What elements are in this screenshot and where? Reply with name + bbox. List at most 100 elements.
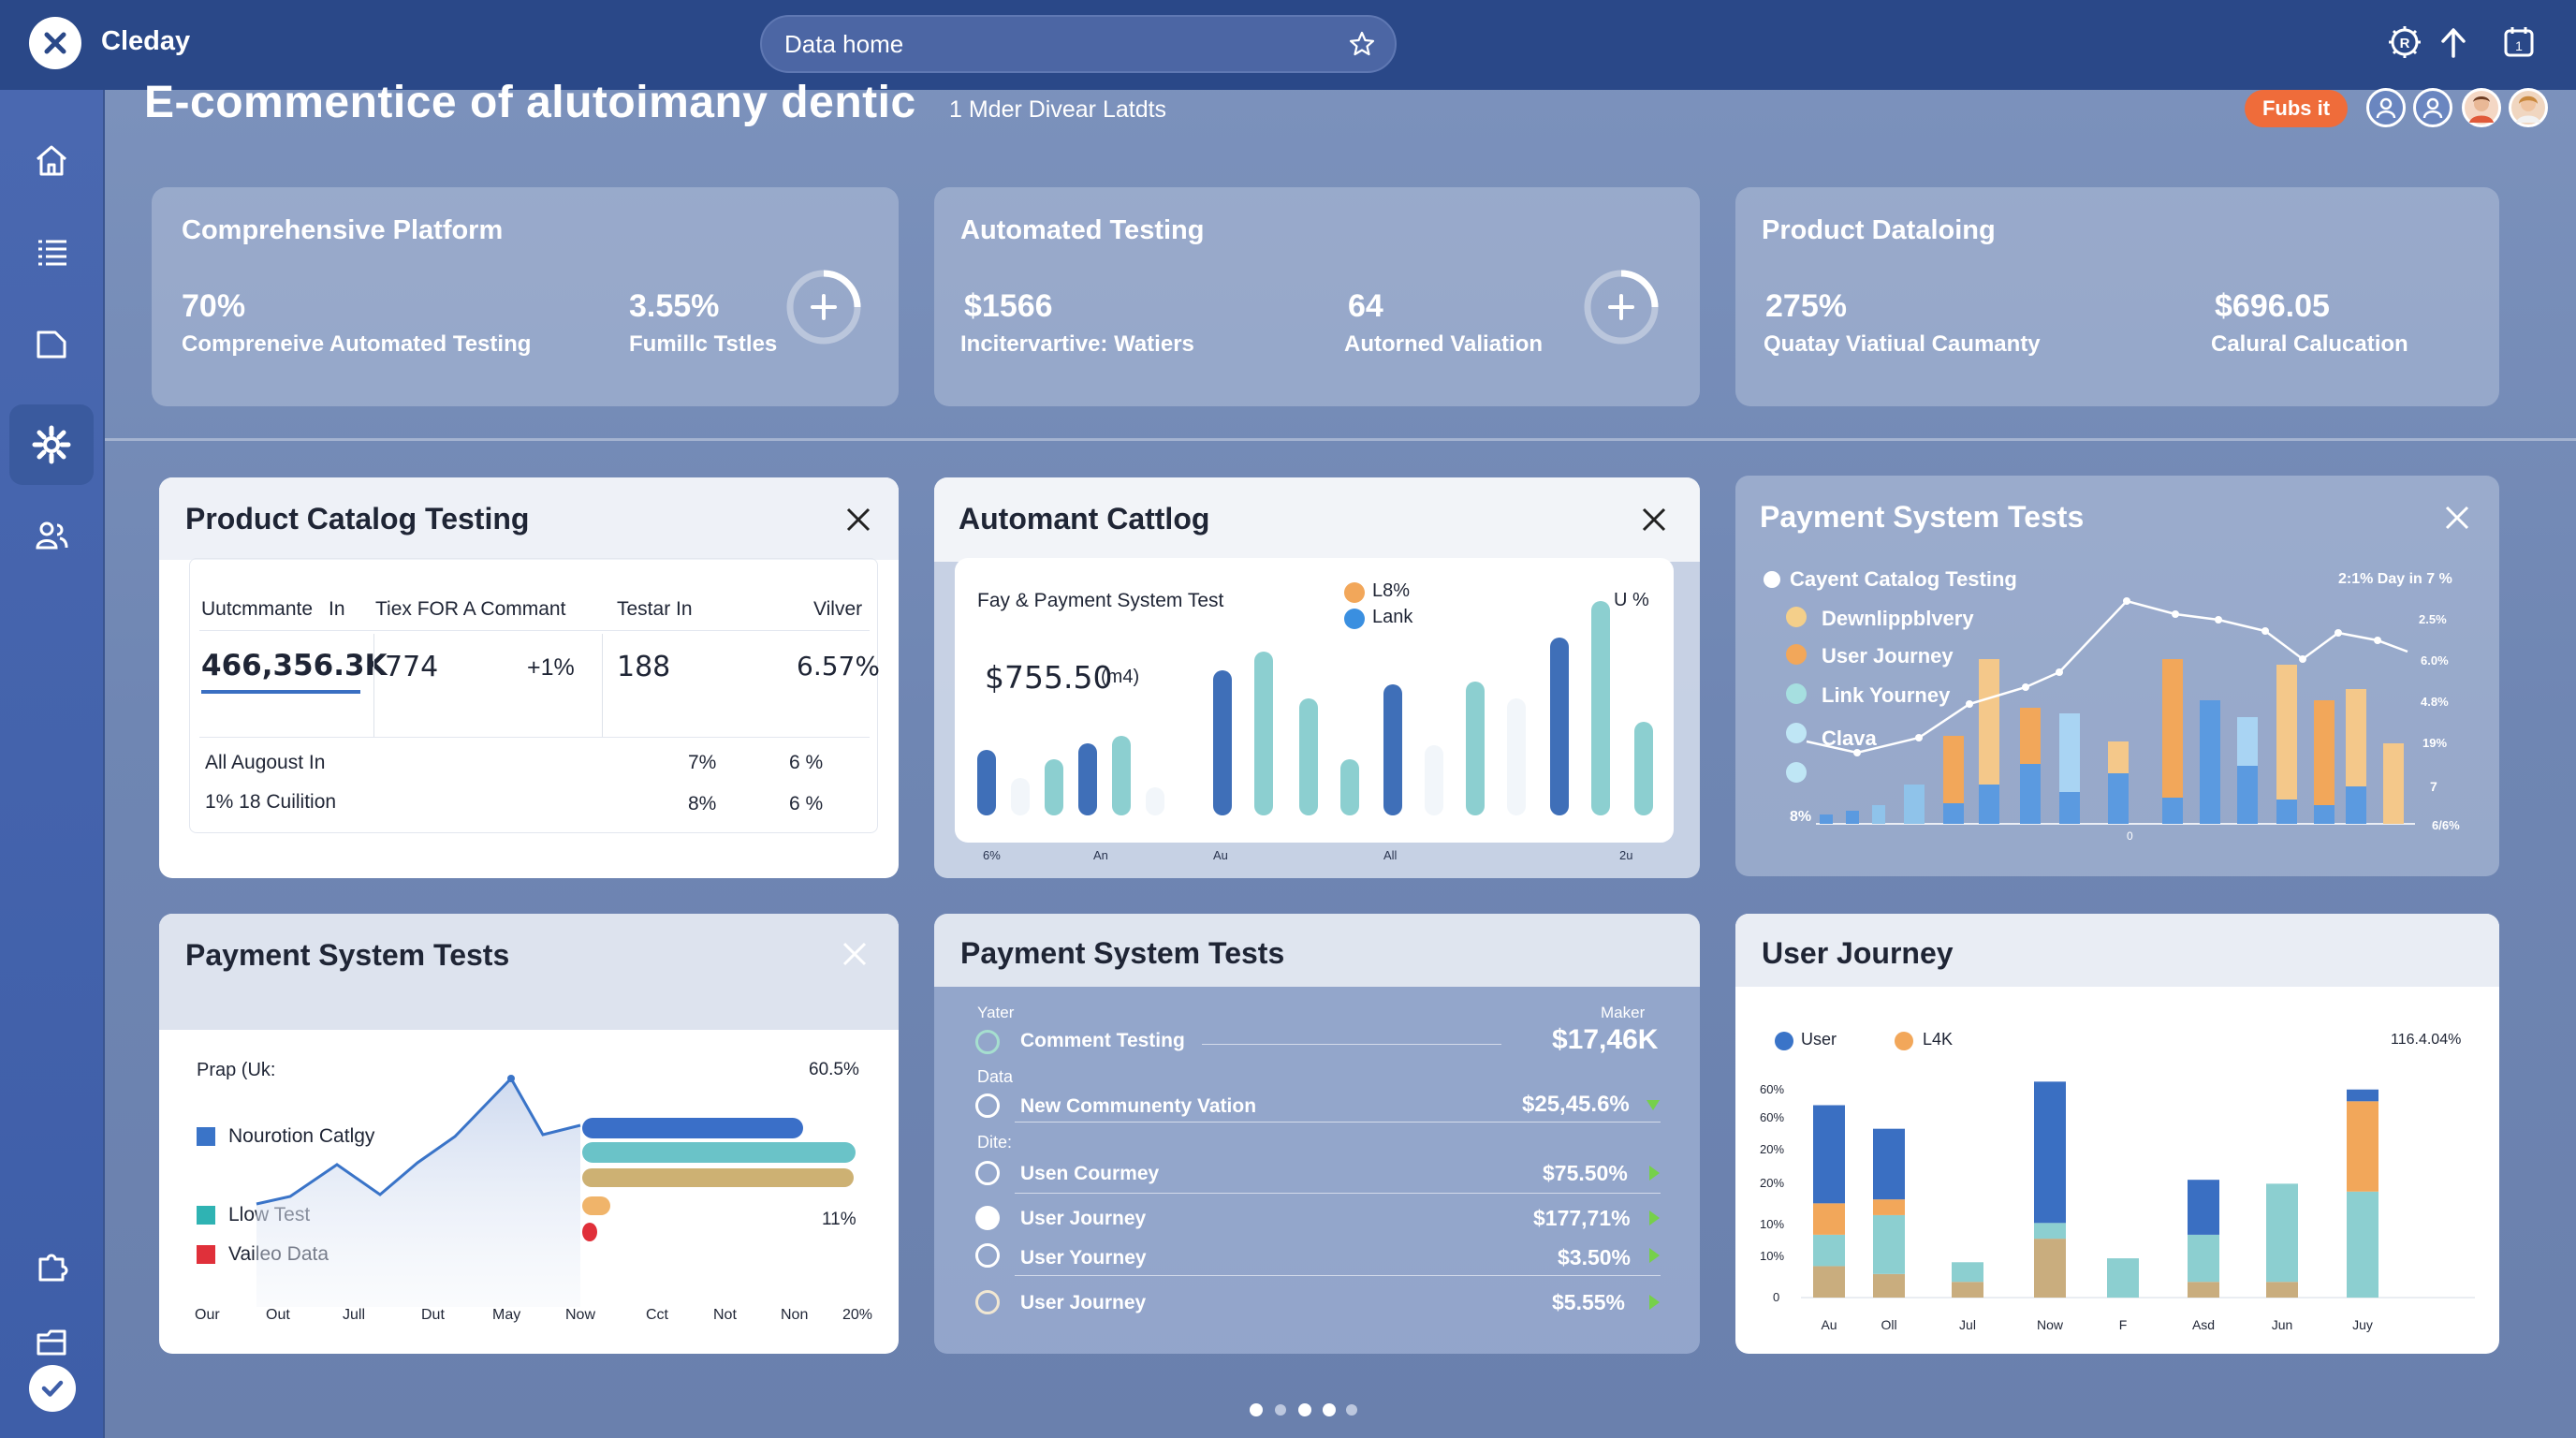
- status-radio[interactable]: [975, 1161, 1000, 1185]
- list-item-label: User Journey: [1020, 1292, 1147, 1313]
- pager-dot[interactable]: [1250, 1403, 1263, 1416]
- axis-tick-label: Non: [781, 1307, 809, 1323]
- table-cell: 6 %: [789, 752, 824, 773]
- chart-bar: [1591, 601, 1610, 815]
- chart-point: [2123, 597, 2130, 605]
- row-divider: [1015, 1275, 1661, 1276]
- status-radio[interactable]: [975, 1093, 1000, 1118]
- search-input[interactable]: [784, 17, 1309, 71]
- panel-payment-tests-top: Payment System Tests Cayent Catalog Test…: [1735, 476, 2499, 876]
- chart-bar: [582, 1196, 610, 1215]
- avatar[interactable]: [2413, 88, 2452, 127]
- avatar[interactable]: [2366, 88, 2406, 127]
- chart-bar: [1943, 736, 1964, 803]
- axis-tick-label: Au: [1213, 848, 1228, 862]
- status-radio[interactable]: [975, 1030, 1000, 1054]
- stat-card-title: Automated Testing: [960, 215, 1205, 245]
- list-item-value: $3.50%: [1558, 1245, 1632, 1269]
- sidebar-item-home[interactable]: [9, 120, 94, 200]
- chart-bar: [582, 1118, 803, 1138]
- bar-segment-user: [2188, 1180, 2219, 1235]
- sidebar-item-list[interactable]: [9, 212, 94, 292]
- settings-badge-icon[interactable]: R: [2385, 22, 2424, 62]
- axis-tick-label: Au: [1821, 1317, 1837, 1332]
- stat-label: Calural Calucation: [2211, 331, 2408, 357]
- bar-segment-teal: [2034, 1223, 2066, 1240]
- sidebar: [0, 90, 105, 1438]
- list-item-label: User Yourney: [1020, 1247, 1147, 1269]
- axis-tick-label: Jul: [1959, 1317, 1976, 1332]
- search-bar[interactable]: [760, 15, 1397, 73]
- list-item-value: $177,71%: [1533, 1206, 1631, 1230]
- list-item-label: Usen Courmey: [1020, 1163, 1160, 1184]
- pager-dot[interactable]: [1346, 1404, 1357, 1416]
- row-divider: [1015, 1193, 1661, 1194]
- table-value: 774: [385, 651, 439, 683]
- chart-point: [507, 1075, 515, 1082]
- person-photo-icon: [2469, 96, 2494, 123]
- chart-bar: [2108, 773, 2129, 824]
- close-icon: [44, 32, 66, 54]
- add-circle-icon[interactable]: [1582, 268, 1661, 346]
- sidebar-item-settings[interactable]: [9, 404, 94, 485]
- status-radio[interactable]: [975, 1206, 1000, 1230]
- table-value: 188: [617, 651, 671, 683]
- row-divider: [1015, 1122, 1661, 1123]
- list-item-value: $5.55%: [1552, 1290, 1626, 1314]
- bar-segment-tan: [1813, 1266, 1845, 1298]
- bar-segment-tan: [1873, 1273, 1905, 1298]
- bookmark-star-icon[interactable]: [1348, 30, 1376, 58]
- axis-tick-label: May: [492, 1307, 521, 1323]
- sidebar-item-folder[interactable]: [9, 303, 94, 384]
- sidebar-item-plugins[interactable]: [9, 1226, 94, 1307]
- pager-dot[interactable]: [1323, 1403, 1336, 1416]
- stat-card[interactable]: Comprehensive Platform 70% Compreneive A…: [152, 187, 899, 406]
- stat-label: Incitervartive: Watiers: [960, 331, 1194, 357]
- page-subtitle: 1 Mder Divear Latdts: [949, 96, 1167, 123]
- status-radio[interactable]: [975, 1243, 1000, 1268]
- chart-bar: [2200, 700, 2220, 824]
- app-logo[interactable]: [29, 17, 81, 69]
- bar-segment-l4k: [1873, 1199, 1905, 1215]
- column-divider: [602, 634, 603, 737]
- status-badge[interactable]: Fubs it: [2245, 90, 2348, 127]
- chart-bar: [2020, 708, 2041, 764]
- close-icon[interactable]: [1640, 506, 1668, 534]
- table-header: Testar In: [617, 598, 693, 620]
- pager-dot[interactable]: [1298, 1403, 1311, 1416]
- chart-bar: [2276, 665, 2297, 800]
- chart-bar: [1634, 722, 1653, 815]
- axis-tick-label: 20%: [842, 1307, 873, 1323]
- bar-segment-teal: [1952, 1262, 1983, 1283]
- chart-bar: [2346, 786, 2366, 824]
- chart-bar: [2346, 689, 2366, 786]
- upload-arrow-icon[interactable]: [2434, 22, 2473, 62]
- stat-label: Fumillc Tstles: [629, 331, 778, 357]
- axis-tick-label: Not: [713, 1307, 737, 1323]
- avatar[interactable]: [2509, 88, 2548, 127]
- pager-dot[interactable]: [1275, 1404, 1286, 1416]
- avatar[interactable]: [2462, 88, 2501, 127]
- row-divider: [199, 630, 870, 631]
- stat-label: Quatay Viatiual Caumanty: [1764, 331, 2041, 357]
- table-header: Vilver: [813, 598, 863, 620]
- bar-segment-user: [2034, 1081, 2066, 1224]
- calendar-icon[interactable]: 1: [2499, 22, 2539, 62]
- stat-card-title: Comprehensive Platform: [182, 215, 504, 245]
- add-circle-icon[interactable]: [784, 268, 863, 346]
- axis-tick-label: Now: [565, 1307, 596, 1323]
- stat-card[interactable]: Product Dataloing 275% Quatay Viatiual C…: [1735, 187, 2499, 406]
- sidebar-item-done[interactable]: [29, 1365, 76, 1412]
- column-header: Maker: [1601, 1004, 1646, 1021]
- bar-segment-l4k: [2347, 1101, 2378, 1192]
- close-icon[interactable]: [844, 506, 872, 534]
- stat-value: 64: [1348, 288, 1383, 324]
- chart-bar: [977, 750, 996, 815]
- chart-point: [2299, 655, 2306, 663]
- sidebar-item-team[interactable]: [9, 494, 94, 575]
- status-radio[interactable]: [975, 1290, 1000, 1314]
- stat-card[interactable]: Automated Testing $1566 Incitervartive: …: [934, 187, 1700, 406]
- axis-tick-label: An: [1093, 848, 1108, 862]
- catalog-table: Uutcmmante In Tiex FOR A Commant Testar …: [189, 558, 880, 833]
- table-value: 6.57%: [797, 651, 880, 682]
